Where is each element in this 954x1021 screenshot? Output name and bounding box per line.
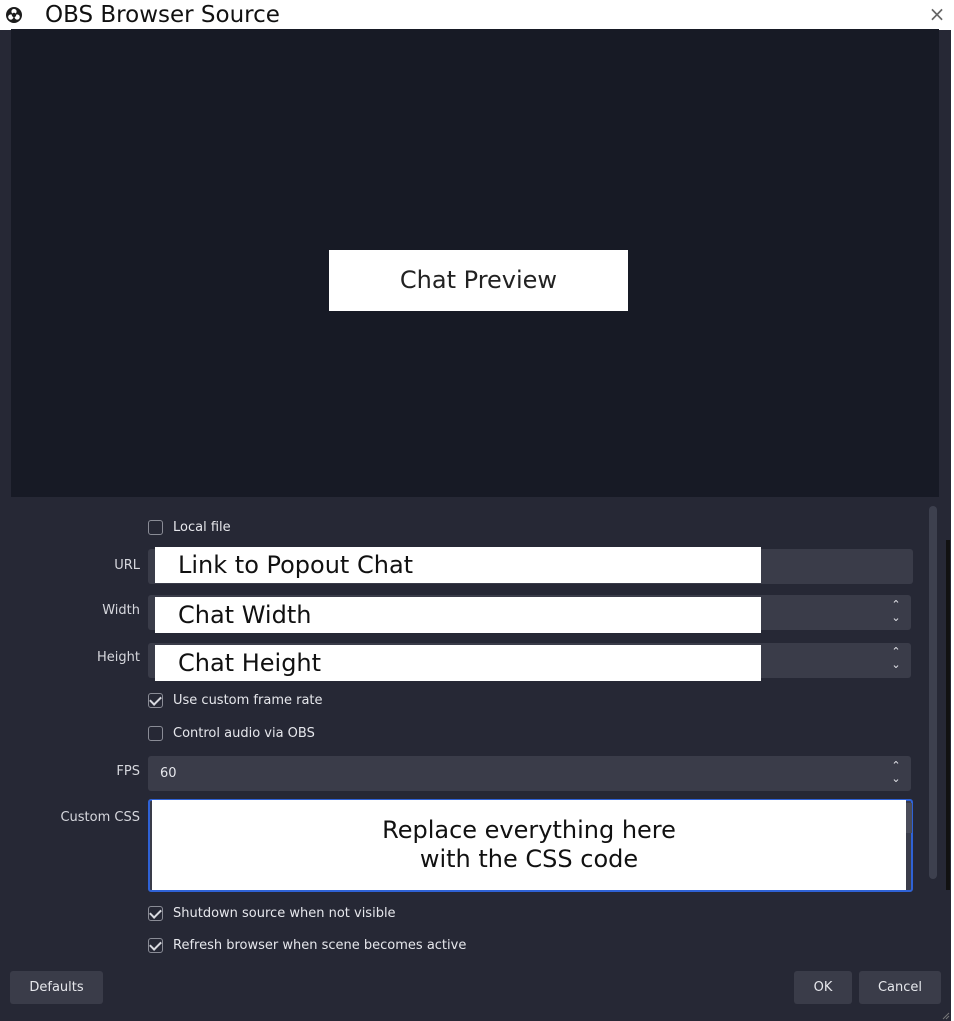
fps-label: FPS <box>116 764 140 779</box>
obs-logo-icon <box>6 7 22 23</box>
preview-label: Chat Preview <box>329 250 628 311</box>
resize-grip-icon[interactable] <box>940 1010 950 1020</box>
fps-field[interactable]: 60 <box>148 756 911 791</box>
refresh-label: Refresh browser when scene becomes activ… <box>173 937 467 953</box>
shutdown-row: Shutdown source when not visible <box>148 902 396 924</box>
width-overlay-note: Chat Width <box>155 597 761 633</box>
custom-css-note-line-2: with the CSS code <box>419 845 639 873</box>
custom-frame-rate-row: Use custom frame rate <box>148 689 323 711</box>
height-label: Height <box>97 650 140 665</box>
window-edge-divider <box>946 540 950 890</box>
chevron-down-icon[interactable]: ⌄ <box>883 612 909 626</box>
control-audio-checkbox[interactable] <box>148 725 163 741</box>
shutdown-checkbox[interactable] <box>148 905 163 921</box>
fps-value: 60 <box>160 766 177 781</box>
custom-frame-rate-label: Use custom frame rate <box>173 692 323 708</box>
close-icon[interactable]: × <box>924 0 950 30</box>
properties-scrollbar[interactable] <box>929 506 937 879</box>
custom-frame-rate-checkbox[interactable] <box>148 692 163 708</box>
ok-button[interactable]: OK <box>794 971 852 1004</box>
custom-css-overlay-note: Replace everything here with the CSS cod… <box>152 800 906 890</box>
refresh-checkbox[interactable] <box>148 937 163 953</box>
defaults-button[interactable]: Defaults <box>10 971 103 1004</box>
width-label: Width <box>102 603 140 618</box>
chevron-down-icon[interactable]: ⌄ <box>883 773 909 787</box>
url-overlay-note: Link to Popout Chat <box>155 547 761 583</box>
url-label: URL <box>114 558 140 573</box>
height-overlay-note: Chat Height <box>155 645 761 681</box>
local-file-label: Local file <box>173 519 231 535</box>
custom-css-scroll-thumb[interactable] <box>906 803 912 833</box>
cancel-button[interactable]: Cancel <box>859 971 941 1004</box>
fps-spinner[interactable]: ⌃ ⌄ <box>883 760 909 787</box>
height-spinner[interactable]: ⌃ ⌄ <box>883 646 909 673</box>
chevron-down-icon[interactable]: ⌄ <box>883 659 909 673</box>
control-audio-row: Control audio via OBS <box>148 722 315 744</box>
local-file-checkbox[interactable] <box>148 519 163 535</box>
refresh-row: Refresh browser when scene becomes activ… <box>148 934 466 956</box>
local-file-row: Local file <box>148 516 231 538</box>
title-bar: OBS Browser Source × <box>0 0 954 30</box>
control-audio-label: Control audio via OBS <box>173 725 315 741</box>
width-spinner[interactable]: ⌃ ⌄ <box>883 599 909 626</box>
window-title: OBS Browser Source <box>45 2 280 28</box>
custom-css-label: Custom CSS <box>60 810 140 825</box>
custom-css-note-line-1: Replace everything here <box>382 816 676 844</box>
shutdown-label: Shutdown source when not visible <box>173 905 396 921</box>
